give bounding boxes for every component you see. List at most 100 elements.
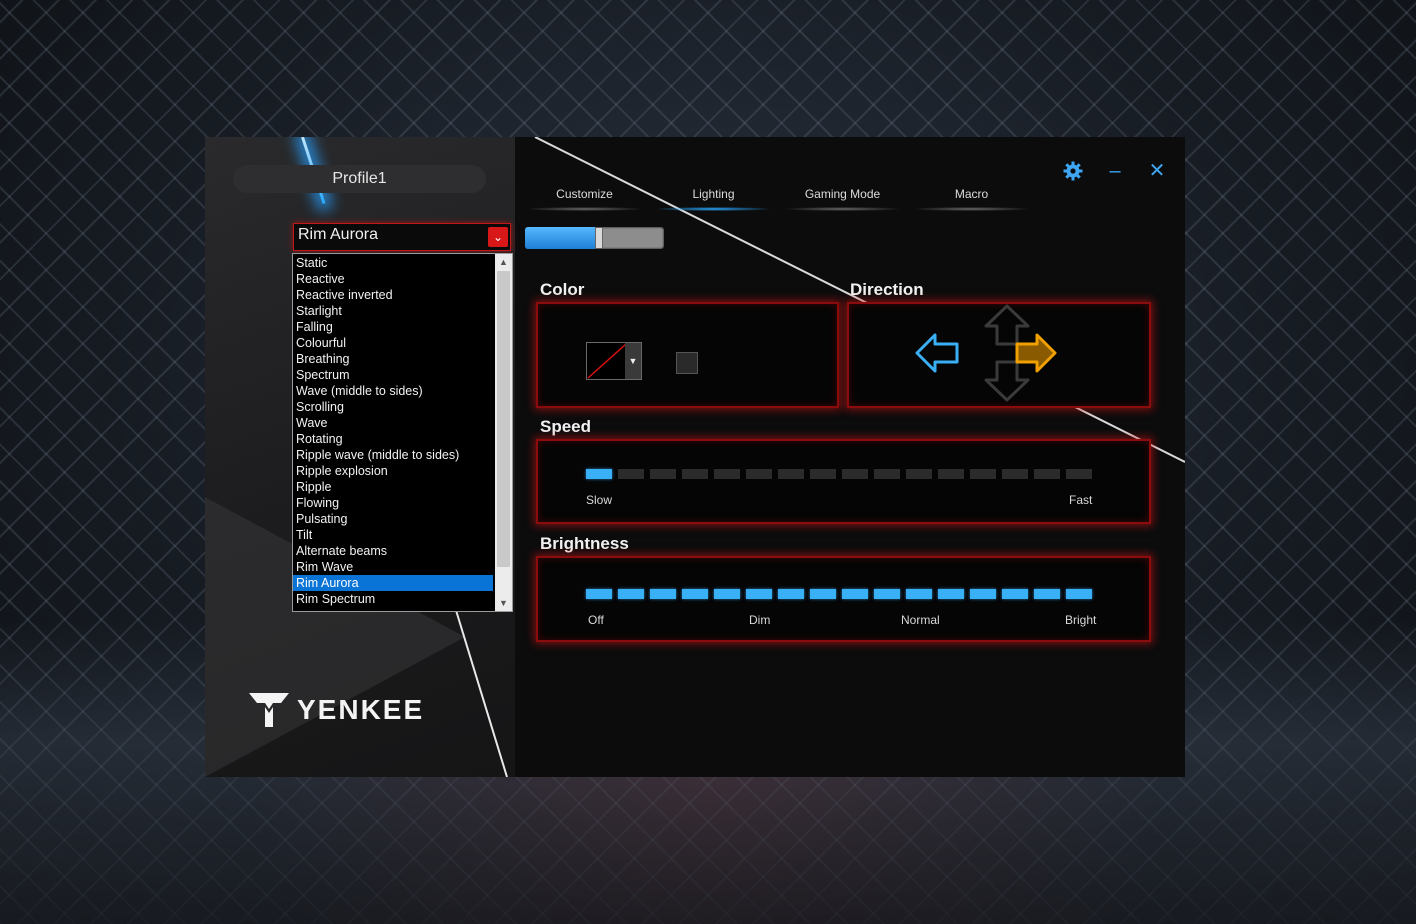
mode-option[interactable]: Rim Spectrum [293,591,493,607]
app-window: Profile1 – ✕ Customize Lighting Gaming M… [205,137,1185,777]
color-dropdown-arrow[interactable]: ▼ [625,343,641,379]
mode-option[interactable]: Spectrum [293,367,493,383]
brightness-segment[interactable] [906,589,932,599]
brightness-segment[interactable] [714,589,740,599]
mode-option[interactable]: Ripple wave (middle to sides) [293,447,493,463]
brightness-segment[interactable] [1034,589,1060,599]
mode-option[interactable]: Starlight [293,303,493,319]
brightness-segment[interactable] [1002,589,1028,599]
speed-segment[interactable] [650,469,676,479]
mode-option[interactable]: Rotating [293,431,493,447]
speed-segment[interactable] [842,469,868,479]
mode-option[interactable]: Reactive [293,271,493,287]
mode-option[interactable]: Static [293,255,493,271]
speed-segment[interactable] [874,469,900,479]
color-panel: ▼ [536,302,839,408]
mode-option[interactable]: Ripple explosion [293,463,493,479]
brightness-tick-bright: Bright [1065,613,1097,627]
speed-segment[interactable] [714,469,740,479]
scroll-up-icon[interactable]: ▲ [495,254,512,270]
list-scrollbar[interactable]: ▲ ▼ [495,254,512,611]
brightness-segment[interactable] [778,589,804,599]
window-controls: – ✕ [1063,161,1167,181]
color-label: Color [540,280,585,299]
mode-option[interactable]: Falling [293,319,493,335]
lighting-mode-select[interactable]: Rim Aurora ⌄ [293,223,511,251]
speed-segment[interactable] [746,469,772,479]
brightness-segment[interactable] [586,589,612,599]
speed-segment[interactable] [682,469,708,479]
tab-lighting[interactable]: Lighting [649,187,778,211]
brightness-panel: Off Dim Normal Bright [536,556,1151,642]
speed-segment[interactable] [810,469,836,479]
arrow-down-icon[interactable] [984,360,1030,402]
brightness-segment[interactable] [842,589,868,599]
brightness-label: Brightness [540,534,629,553]
mode-option[interactable]: Pulsating [293,511,493,527]
brightness-segment[interactable] [618,589,644,599]
mode-option[interactable]: Breathing [293,351,493,367]
tab-gaming-mode[interactable]: Gaming Mode [778,187,907,211]
speed-segment[interactable] [586,469,612,479]
brightness-slider[interactable] [586,589,1092,599]
brightness-segment[interactable] [746,589,772,599]
brightness-segment[interactable] [874,589,900,599]
profile-name[interactable]: Profile1 [233,165,486,193]
direction-panel [847,302,1151,408]
brightness-tick-off: Off [588,613,604,627]
brightness-segment[interactable] [938,589,964,599]
speed-segment[interactable] [970,469,996,479]
mode-option[interactable]: Wave (middle to sides) [293,383,493,399]
scroll-thumb[interactable] [497,271,510,567]
mode-option[interactable]: Flowing [293,495,493,511]
chevron-down-icon[interactable]: ⌄ [488,227,508,247]
tab-bar: Customize Lighting Gaming Mode Macro [520,187,1036,211]
brightness-segment[interactable] [1066,589,1092,599]
mode-option[interactable]: Tilt [293,527,493,543]
mode-option[interactable]: Rim Aurora [293,575,493,591]
tab-macro[interactable]: Macro [907,187,1036,211]
gear-icon[interactable] [1063,161,1083,181]
lighting-toggle-slider[interactable] [525,227,664,249]
toggle-fill [525,227,595,249]
speed-segment[interactable] [618,469,644,479]
scroll-down-icon[interactable]: ▼ [495,595,512,611]
mode-option[interactable]: Reactive inverted [293,287,493,303]
mode-option[interactable]: Ripple [293,479,493,495]
speed-segment[interactable] [938,469,964,479]
speed-segment[interactable] [778,469,804,479]
speed-tick-slow: Slow [586,493,613,507]
toggle-knob[interactable] [595,228,603,248]
close-icon[interactable]: ✕ [1147,161,1167,181]
brightness-segment[interactable] [970,589,996,599]
tab-customize[interactable]: Customize [520,187,649,211]
speed-segment[interactable] [1002,469,1028,479]
lighting-mode-list: Static Reactive Reactive inverted Starlight… [292,253,513,612]
speed-tick-fast: Fast [1069,493,1093,507]
speed-segment[interactable] [906,469,932,479]
arrow-left-icon[interactable] [915,333,959,373]
mode-option[interactable]: Wave [293,415,493,431]
brightness-segment[interactable] [682,589,708,599]
speed-label: Speed [540,417,592,436]
speed-slider[interactable] [586,469,1092,479]
lighting-mode-value: Rim Aurora [298,226,379,243]
direction-label: Direction [850,280,924,299]
mode-options: Static Reactive Reactive inverted Starlight… [293,254,493,607]
speed-segment[interactable] [1034,469,1060,479]
mode-option[interactable]: Scrolling [293,399,493,415]
brightness-tick-dim: Dim [749,613,771,627]
direction-arrows [915,304,1057,402]
arrow-right-icon[interactable] [1015,333,1057,373]
mode-option[interactable]: Colourful [293,335,493,351]
brightness-segment[interactable] [650,589,676,599]
mode-option[interactable]: Alternate beams [293,543,493,559]
color-swatch-secondary[interactable] [676,352,698,374]
brand-logo: YENKEE [249,693,424,727]
mode-option[interactable]: Rim Wave [293,559,493,575]
minimize-icon[interactable]: – [1105,161,1125,181]
brightness-segment[interactable] [810,589,836,599]
color-picker[interactable]: ▼ [586,342,642,380]
arrow-up-icon[interactable] [984,304,1030,346]
speed-segment[interactable] [1066,469,1092,479]
